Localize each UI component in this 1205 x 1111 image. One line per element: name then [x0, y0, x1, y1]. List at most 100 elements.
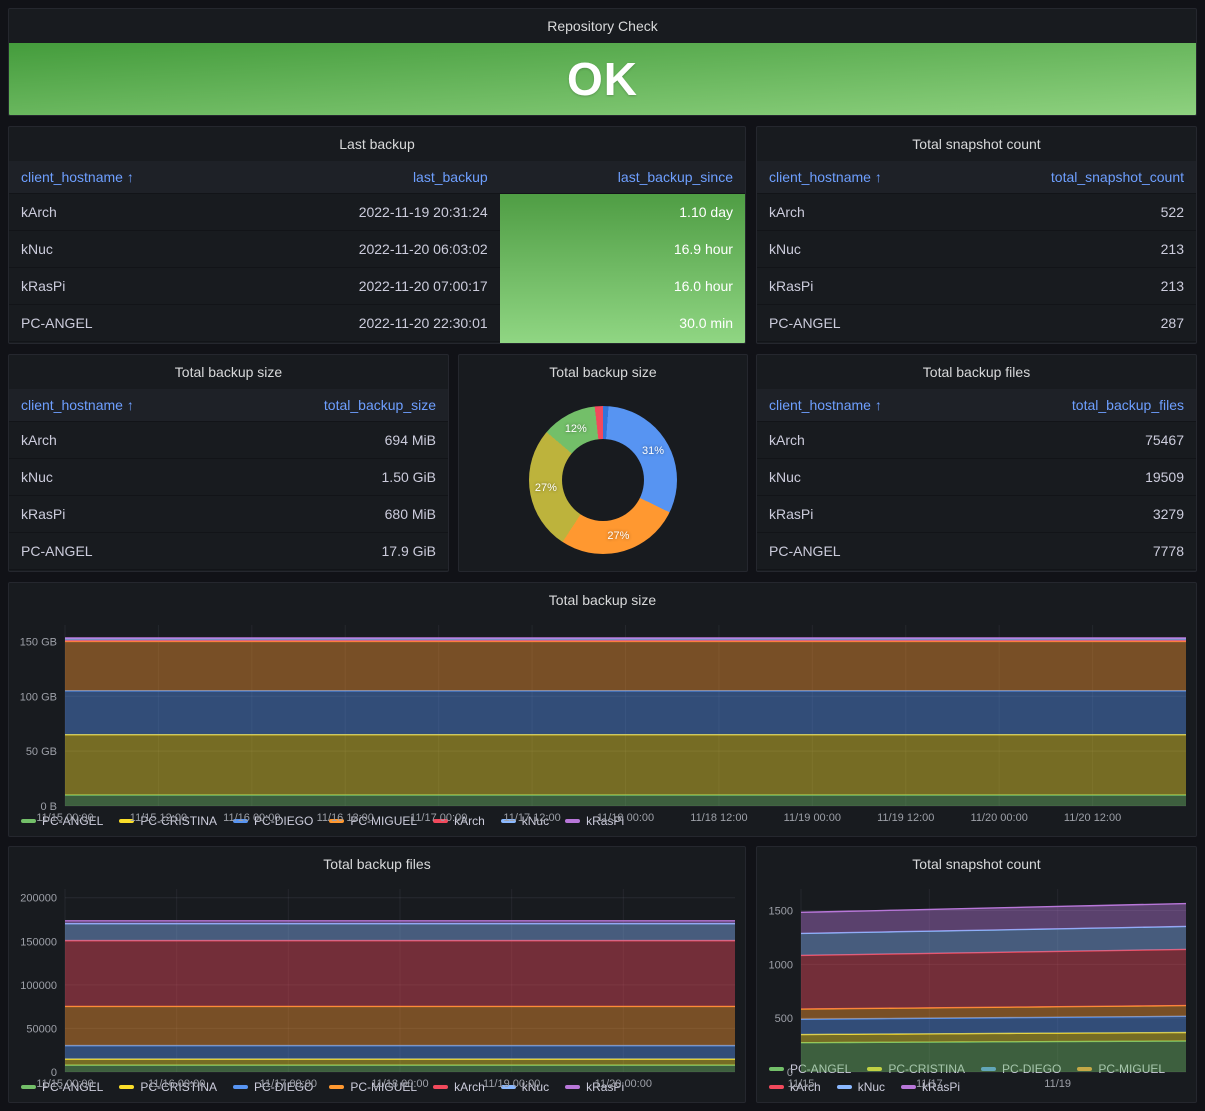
table-cell: PC-ANGEL — [757, 305, 977, 342]
snapshot-count-chart[interactable]: 11/15 11/17 11/19 0 500 1000 1500 — [757, 881, 1196, 1090]
time-series-plot[interactable]: 11/15 11/17 11/19 0 500 1000 1500 — [757, 881, 1196, 1092]
table-cell: kArch — [9, 422, 229, 459]
table-cell: 213 — [976, 231, 1196, 268]
table-row: kNuc 19509 — [757, 459, 1196, 496]
table-cell: 2022-11-20 07:00:17 — [254, 268, 500, 305]
panel-header: Total backup size — [9, 355, 448, 389]
panel-title[interactable]: Total backup files — [923, 364, 1030, 380]
table-row: kRasPi 213 — [757, 268, 1196, 305]
table-row: kArch 522 — [757, 194, 1196, 231]
panel-header: Total backup size — [459, 355, 747, 389]
panel-title[interactable]: Last backup — [339, 136, 415, 152]
backup-size-chart[interactable]: 11/15 00:00 11/15 12:00 11/16 00:00 11/16 1… — [9, 617, 1196, 824]
donut-slice-label: 27% — [607, 529, 630, 542]
panel-total-backup-size-table: Total backup size client_hostname ↑ total… — [8, 354, 449, 572]
table-row: PC-ANGEL 287 — [757, 305, 1196, 342]
table-cell: 30.0 min — [679, 315, 733, 331]
svg-text:11/17 00:00: 11/17 00:00 — [410, 812, 467, 824]
table-row: kRasPi 680 MiB — [9, 496, 448, 533]
panel-title[interactable]: Total backup size — [549, 364, 656, 380]
table-row: kArch 2022-11-19 20:31:24 1.10 day — [9, 194, 745, 231]
donut-slice-label: 12% — [564, 423, 587, 436]
panel-title[interactable]: Total backup size — [175, 364, 282, 380]
time-series-plot[interactable]: 11/15 00:00 11/15 12:00 11/16 00:00 11/16 1… — [9, 617, 1196, 826]
column-header[interactable]: last_backup — [254, 161, 500, 194]
table-header-row: client_hostname ↑ total_backup_size — [9, 389, 448, 422]
svg-text:11/19: 11/19 — [1044, 1078, 1071, 1090]
panel-header: Total backup files — [757, 355, 1196, 389]
panel-title[interactable]: Repository Check — [547, 18, 658, 34]
svg-text:500: 500 — [775, 1013, 793, 1025]
column-header[interactable]: total_backup_files — [976, 389, 1196, 422]
table-cell: kNuc — [757, 459, 977, 496]
donut-chart[interactable]: 31% 27% 27% 12% — [529, 406, 677, 554]
panel-title[interactable]: Total snapshot count — [912, 136, 1040, 152]
time-series-plot[interactable]: 11/15 00:00 11/16 00:00 11/17 00:00 11/18 0… — [9, 881, 745, 1092]
svg-text:11/19 00:00: 11/19 00:00 — [483, 1078, 540, 1090]
svg-text:200000: 200000 — [20, 893, 57, 905]
table-cell: kRasPi — [9, 268, 255, 305]
column-header[interactable]: client_hostname ↑ — [757, 161, 977, 194]
svg-text:1500: 1500 — [769, 906, 793, 918]
column-header[interactable]: client_hostname ↑ — [9, 389, 229, 422]
svg-text:11/19 00:00: 11/19 00:00 — [784, 812, 841, 824]
table-row: kArch 694 MiB — [9, 422, 448, 459]
table-cell: 19509 — [976, 459, 1196, 496]
repo-status-value: OK — [567, 53, 638, 105]
donut-slice-label: 27% — [534, 482, 557, 495]
table-header-row: client_hostname ↑ last_backup last_backup_… — [9, 161, 745, 194]
svg-text:11/17: 11/17 — [916, 1078, 943, 1090]
svg-text:11/16 00:00: 11/16 00:00 — [223, 812, 280, 824]
backup-files-chart[interactable]: 11/15 00:00 11/16 00:00 11/17 00:00 11/18 0… — [9, 881, 745, 1090]
table-cell: kArch — [757, 422, 977, 459]
column-header[interactable]: last_backup_since — [499, 161, 745, 194]
table-row: PC-ANGEL 2022-11-20 22:30:01 30.0 min — [9, 305, 745, 342]
table-row: kRasPi 3279 — [757, 496, 1196, 533]
column-header[interactable]: client_hostname ↑ — [757, 389, 977, 422]
column-header[interactable]: total_backup_size — [228, 389, 448, 422]
repo-status: OK — [9, 43, 1196, 115]
table-cell: 213 — [976, 268, 1196, 305]
svg-text:11/20 00:00: 11/20 00:00 — [971, 812, 1028, 824]
svg-text:11/16 00:00: 11/16 00:00 — [148, 1078, 205, 1090]
table-row: PC-ANGEL 7778 — [757, 533, 1196, 570]
panel-total-backup-size-chart: Total backup size 11/15 00:00 11/15 12:00… — [8, 582, 1197, 837]
svg-text:11/17 12:00: 11/17 12:00 — [503, 812, 560, 824]
backup-files-table: client_hostname ↑ total_backup_files kArch… — [757, 389, 1196, 571]
donut-slice-label: 31% — [642, 445, 665, 458]
svg-text:11/15 12:00: 11/15 12:00 — [130, 812, 187, 824]
panel-total-backup-size-pie: Total backup size 31% 27% 27% 12% — [458, 354, 748, 572]
table-cell: kNuc — [9, 231, 255, 268]
table-cell: 1.50 GiB — [228, 459, 448, 496]
table-row: kRasPi 2022-11-20 07:00:17 16.0 hour — [9, 268, 745, 305]
panel-title[interactable]: Total backup files — [323, 856, 430, 872]
column-header[interactable]: total_snapshot_count — [976, 161, 1196, 194]
table-cell: kRasPi — [757, 496, 977, 533]
svg-text:150 GB: 150 GB — [20, 636, 57, 648]
snapshot-count-table: client_hostname ↑ total_snapshot_count kAr… — [757, 161, 1196, 343]
panel-last-backup: Last backup client_hostname ↑ last_backup… — [8, 126, 746, 344]
panel-header: Total backup size — [9, 583, 1196, 617]
table-cell: 287 — [976, 305, 1196, 342]
column-header[interactable]: client_hostname ↑ — [9, 161, 255, 194]
panel-title[interactable]: Total snapshot count — [912, 856, 1040, 872]
panel-total-backup-files-table: Total backup files client_hostname ↑ tota… — [756, 354, 1197, 572]
svg-text:11/20 12:00: 11/20 12:00 — [1064, 812, 1121, 824]
panel-total-backup-files-chart: Total backup files 11/15 00:00 11/16 00:0… — [8, 846, 746, 1103]
table-row: kNuc 1.50 GiB — [9, 459, 448, 496]
svg-text:11/20 00:00: 11/20 00:00 — [595, 1078, 652, 1090]
table-header-row: client_hostname ↑ total_backup_files — [757, 389, 1196, 422]
svg-text:11/16 12:00: 11/16 12:00 — [317, 812, 374, 824]
table-header-row: client_hostname ↑ total_snapshot_count — [757, 161, 1196, 194]
backup-size-table: client_hostname ↑ total_backup_size kArch 6… — [9, 389, 448, 571]
table-cell: kNuc — [757, 231, 977, 268]
donut-hole — [562, 439, 644, 521]
svg-text:100 GB: 100 GB — [20, 691, 57, 703]
panel-repository-check: Repository Check OK — [8, 8, 1197, 116]
table-cell: 16.0 hour — [673, 278, 733, 294]
panel-header: Total backup files — [9, 847, 745, 881]
table-cell: kRasPi — [9, 496, 229, 533]
table-cell: kNuc — [9, 459, 229, 496]
svg-text:50000: 50000 — [26, 1023, 57, 1035]
panel-title[interactable]: Total backup size — [549, 592, 656, 608]
